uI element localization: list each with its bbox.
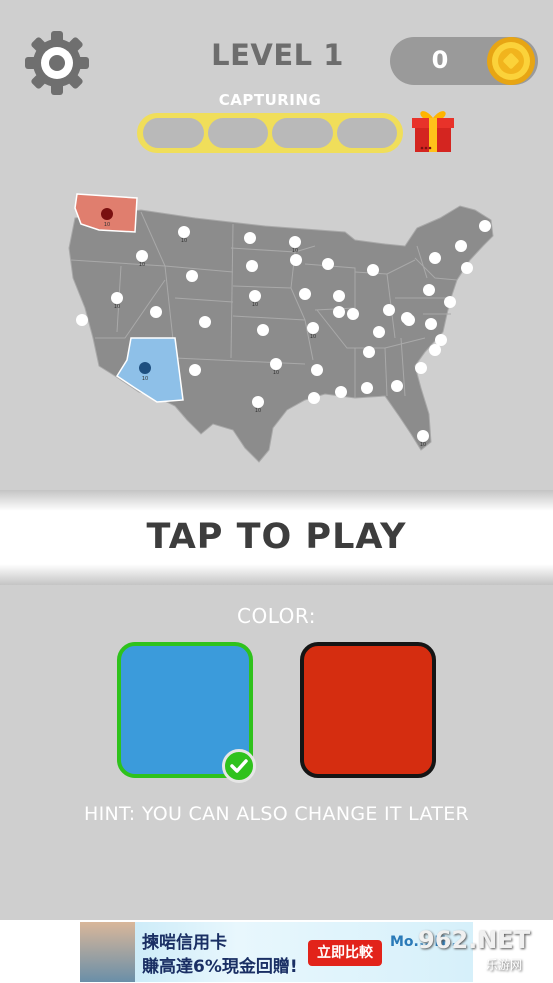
svg-text:10: 10 (252, 302, 258, 308)
us-map[interactable]: 10 10 10 10 10 10 10 10 10 10 10 (55, 188, 510, 473)
progress-segment (272, 118, 333, 148)
progress-segment (143, 118, 204, 148)
color-label: COLOR: (237, 604, 316, 628)
svg-text:10: 10 (310, 334, 316, 340)
svg-text:10: 10 (273, 370, 279, 376)
watermark: 962.NET (418, 926, 531, 954)
ad-banner[interactable]: 揀啱信用卡 賺高達6%現金回贈! 立即比較 Mo... H... (80, 922, 473, 982)
level-title: LEVEL 1 (211, 38, 344, 72)
gift-icon[interactable] (410, 106, 456, 154)
coin-count: 0 (431, 46, 449, 74)
checkmark-icon (222, 749, 256, 783)
svg-text:10: 10 (104, 222, 110, 228)
svg-text:10: 10 (142, 376, 148, 382)
svg-text:10: 10 (139, 262, 145, 268)
svg-text:10: 10 (114, 304, 120, 310)
tap-to-play-label[interactable]: TAP TO PLAY (0, 517, 553, 557)
ad-headline: 揀啱信用卡 (142, 933, 227, 953)
ad-subline: 賺高達6%現金回贈! (142, 957, 298, 977)
progress-segment (207, 118, 268, 148)
color-option-red[interactable] (300, 642, 436, 778)
coin-icon (486, 36, 536, 86)
svg-text:10: 10 (420, 442, 426, 448)
capture-progress-bar (137, 113, 403, 153)
state-marker (139, 362, 151, 374)
ad-photo (80, 922, 135, 982)
state-marker (101, 208, 113, 220)
svg-text:10: 10 (292, 248, 298, 254)
svg-text:10: 10 (255, 408, 261, 414)
ad-compare-button[interactable]: 立即比較 (308, 940, 382, 966)
hint-text: HINT: YOU CAN ALSO CHANGE IT LATER (83, 803, 470, 825)
watermark-sub: 乐游网 (486, 958, 523, 972)
progress-segment (336, 118, 397, 148)
svg-text:10: 10 (181, 238, 187, 244)
capturing-label: CAPTURING (218, 91, 322, 109)
settings-gear-icon[interactable] (22, 28, 92, 98)
